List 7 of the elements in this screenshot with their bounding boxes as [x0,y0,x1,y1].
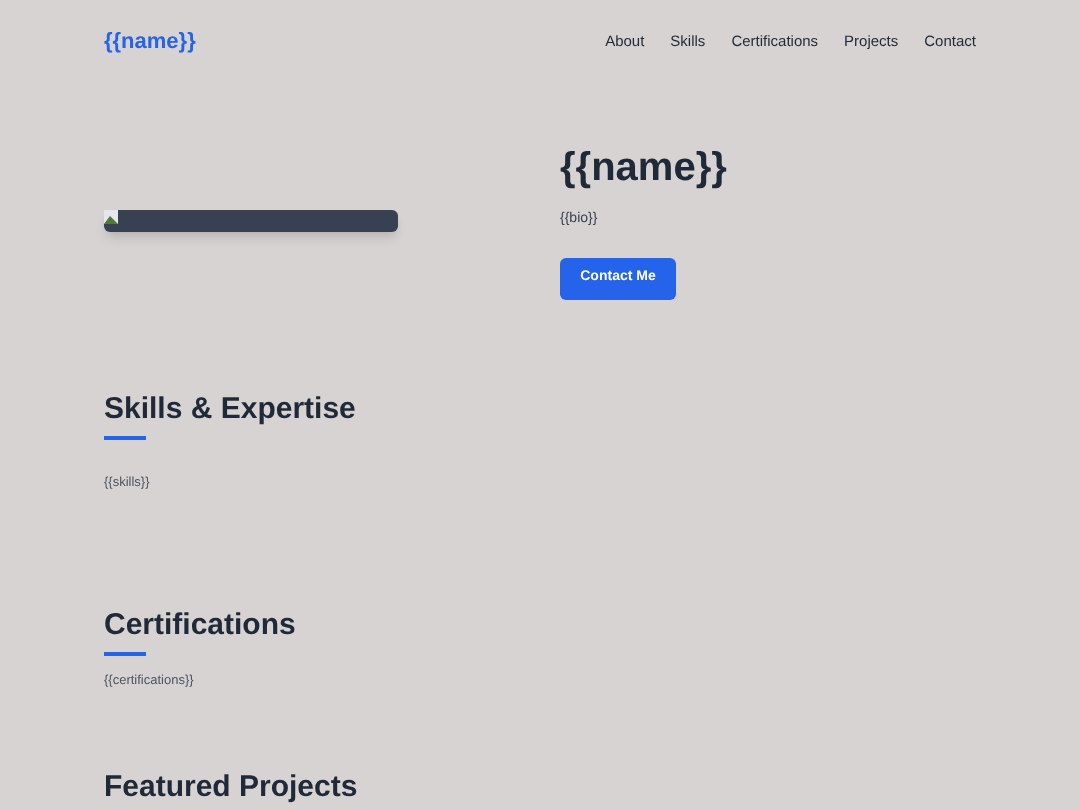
section-heading: Certifications [104,608,298,645]
broken-image-icon [104,210,118,225]
section-heading: Featured Projects [104,770,360,806]
hero-heading: {{name}} [560,144,727,192]
heading-underline [104,652,146,657]
heading-underline [104,435,146,439]
section-heading: Skills & Expertise [104,391,358,427]
